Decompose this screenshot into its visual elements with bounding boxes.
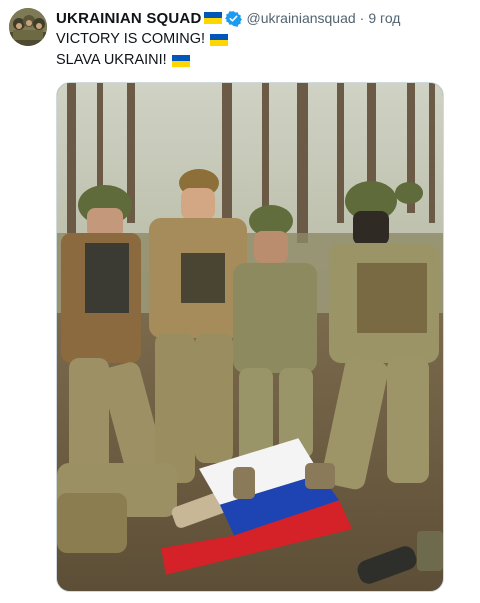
tweet-text: VICTORY IS COMING! SLAVA UKRAINI! [56, 29, 229, 71]
author-name[interactable]: UKRAINIAN SQUAD [56, 10, 202, 27]
photo-image [57, 83, 443, 591]
ukraine-flag-icon [210, 33, 229, 46]
tweet-photo[interactable] [56, 82, 444, 592]
tweet-line-text: SLAVA UKRAINI! [56, 52, 167, 68]
author-handle[interactable]: @ukrainiansquad [247, 10, 356, 26]
avatar-image [9, 8, 47, 46]
avatar[interactable] [9, 8, 47, 46]
ukraine-flag-icon [171, 54, 190, 67]
tweet-header: UKRAINIAN SQUAD @ukrainiansquad · 9 год [56, 8, 470, 28]
timestamp[interactable]: 9 год [368, 10, 400, 26]
tweet-line: VICTORY IS COMING! [56, 29, 229, 50]
separator-dot: · [359, 10, 365, 26]
tweet-line-text: VICTORY IS COMING! [56, 31, 206, 47]
ukraine-flag-icon [203, 12, 222, 24]
verified-badge-icon [224, 10, 242, 27]
tweet-line: SLAVA UKRAINI! [56, 50, 228, 71]
